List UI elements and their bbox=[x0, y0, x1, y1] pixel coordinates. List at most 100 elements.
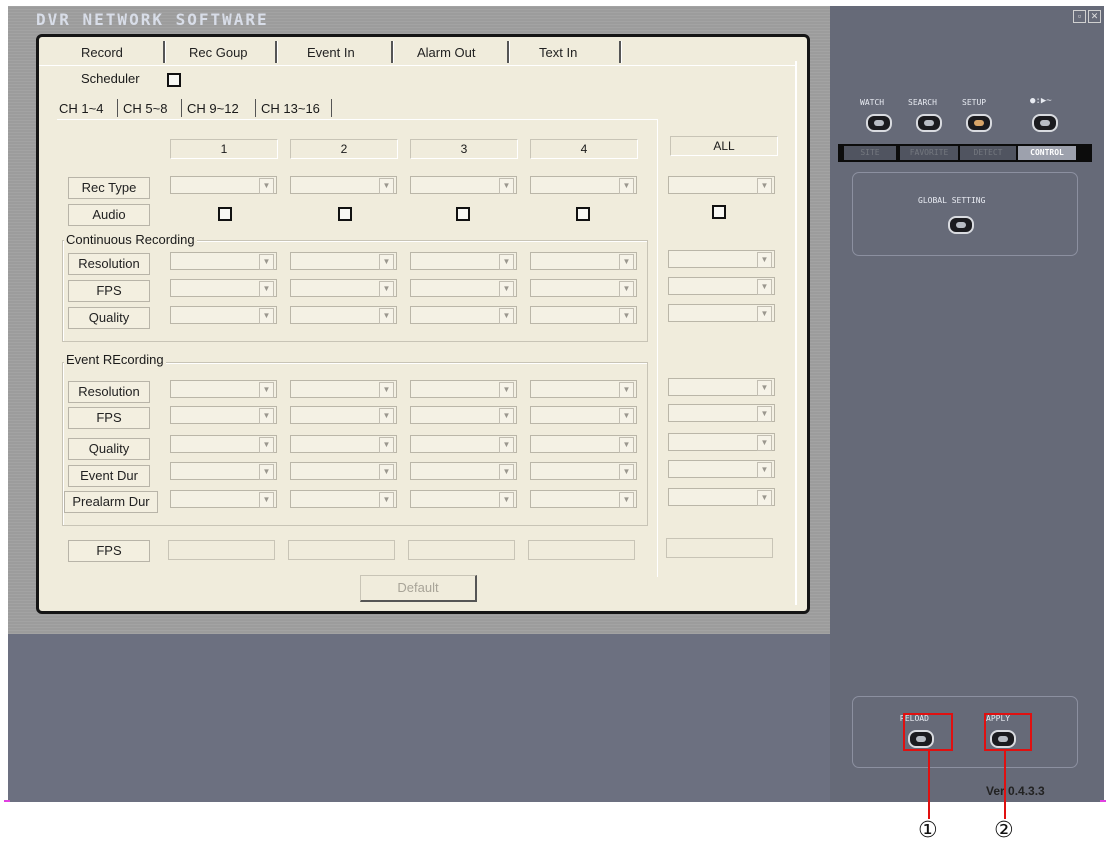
exit-button[interactable] bbox=[1032, 114, 1058, 132]
rec-type-select-2[interactable]: ▼ bbox=[290, 176, 397, 194]
chevron-down-icon: ▼ bbox=[379, 464, 394, 480]
event-fps-select-3[interactable]: ▼ bbox=[410, 406, 517, 424]
quality-select-4[interactable]: ▼ bbox=[530, 306, 637, 324]
fps-select-1[interactable]: ▼ bbox=[170, 279, 277, 297]
scheduler-checkbox[interactable] bbox=[167, 73, 181, 87]
global-setting-panel bbox=[852, 172, 1078, 256]
event-quality-select-all[interactable]: ▼ bbox=[668, 433, 775, 451]
channel-area-edge bbox=[657, 119, 658, 577]
tab-text-in[interactable]: Text In bbox=[539, 43, 577, 63]
chevron-down-icon: ▼ bbox=[619, 492, 634, 508]
event-dur-select-3[interactable]: ▼ bbox=[410, 462, 517, 480]
tab-site[interactable]: SITE bbox=[844, 146, 896, 160]
audio-checkbox-all[interactable] bbox=[712, 205, 726, 219]
quality-select-1[interactable]: ▼ bbox=[170, 306, 277, 324]
audio-checkbox-4[interactable] bbox=[576, 207, 590, 221]
panel-edge bbox=[795, 61, 797, 605]
tab-alarm-out[interactable]: Alarm Out bbox=[417, 43, 476, 63]
chevron-down-icon: ▼ bbox=[619, 308, 634, 324]
prealarm-dur-select-3[interactable]: ▼ bbox=[410, 490, 517, 508]
event-fps-select-1[interactable]: ▼ bbox=[170, 406, 277, 424]
tab-event-in[interactable]: Event In bbox=[307, 43, 355, 63]
chevron-down-icon: ▼ bbox=[499, 254, 514, 270]
chevron-down-icon: ▼ bbox=[499, 437, 514, 453]
event-dur-select-2[interactable]: ▼ bbox=[290, 462, 397, 480]
tab-ch-5-8[interactable]: CH 5~8 bbox=[123, 101, 167, 116]
tab-ch-9-12[interactable]: CH 9~12 bbox=[187, 101, 239, 116]
tab-ch-13-16[interactable]: CH 13~16 bbox=[261, 101, 320, 116]
chevron-down-icon: ▼ bbox=[259, 281, 274, 297]
resolution-select-4[interactable]: ▼ bbox=[530, 252, 637, 270]
fps-select-3[interactable]: ▼ bbox=[410, 279, 517, 297]
event-quality-select-2[interactable]: ▼ bbox=[290, 435, 397, 453]
search-button[interactable] bbox=[916, 114, 942, 132]
default-button[interactable]: Default bbox=[360, 575, 477, 602]
tab-divider bbox=[391, 41, 394, 63]
prealarm-dur-select-2[interactable]: ▼ bbox=[290, 490, 397, 508]
watch-button[interactable] bbox=[866, 114, 892, 132]
app-title: DVR NETWORK SOFTWARE bbox=[36, 10, 269, 29]
close-icon[interactable]: ✕ bbox=[1088, 10, 1101, 23]
audio-checkbox-2[interactable] bbox=[338, 207, 352, 221]
rec-type-select-4[interactable]: ▼ bbox=[530, 176, 637, 194]
prealarm-dur-select-all[interactable]: ▼ bbox=[668, 488, 775, 506]
window-corner-marker bbox=[1100, 800, 1106, 802]
audio-checkbox-3[interactable] bbox=[456, 207, 470, 221]
tab-favorite[interactable]: FAVORITE bbox=[900, 146, 958, 160]
tab-control[interactable]: CONTROL bbox=[1018, 146, 1076, 160]
event-fps-select-all[interactable]: ▼ bbox=[668, 404, 775, 422]
event-quality-select-1[interactable]: ▼ bbox=[170, 435, 277, 453]
event-resolution-label: Resolution bbox=[68, 381, 150, 403]
quality-select-all[interactable]: ▼ bbox=[668, 304, 775, 322]
setup-button[interactable] bbox=[966, 114, 992, 132]
event-recording-title: Event REcording bbox=[64, 352, 166, 367]
fps-total-4 bbox=[528, 540, 635, 560]
event-dur-select-4[interactable]: ▼ bbox=[530, 462, 637, 480]
tab-ch-1-4[interactable]: CH 1~4 bbox=[59, 101, 103, 116]
event-fps-select-4[interactable]: ▼ bbox=[530, 406, 637, 424]
event-quality-select-3[interactable]: ▼ bbox=[410, 435, 517, 453]
event-resolution-select-3[interactable]: ▼ bbox=[410, 380, 517, 398]
prealarm-dur-label: Prealarm Dur bbox=[64, 491, 158, 513]
prealarm-dur-select-4[interactable]: ▼ bbox=[530, 490, 637, 508]
event-resolution-select-all[interactable]: ▼ bbox=[668, 378, 775, 396]
chevron-down-icon: ▼ bbox=[259, 464, 274, 480]
resolution-select-1[interactable]: ▼ bbox=[170, 252, 277, 270]
channel-tab-divider bbox=[181, 99, 182, 117]
callout-number-2: ② bbox=[994, 818, 1014, 843]
reload-callout-box bbox=[903, 713, 953, 751]
quality-select-3[interactable]: ▼ bbox=[410, 306, 517, 324]
column-header-all: ALL bbox=[670, 136, 778, 156]
chevron-down-icon: ▼ bbox=[619, 382, 634, 398]
event-dur-select-1[interactable]: ▼ bbox=[170, 462, 277, 480]
tab-record[interactable]: Record bbox=[81, 43, 123, 63]
global-setting-button[interactable] bbox=[948, 216, 974, 234]
fps-select-4[interactable]: ▼ bbox=[530, 279, 637, 297]
event-quality-select-4[interactable]: ▼ bbox=[530, 435, 637, 453]
resolution-select-2[interactable]: ▼ bbox=[290, 252, 397, 270]
resolution-select-all[interactable]: ▼ bbox=[668, 250, 775, 268]
rec-type-select-3[interactable]: ▼ bbox=[410, 176, 517, 194]
setup-label: SETUP bbox=[962, 98, 987, 107]
event-resolution-select-4[interactable]: ▼ bbox=[530, 380, 637, 398]
tab-divider bbox=[163, 41, 166, 63]
quality-select-2[interactable]: ▼ bbox=[290, 306, 397, 324]
event-resolution-select-2[interactable]: ▼ bbox=[290, 380, 397, 398]
chevron-down-icon: ▼ bbox=[259, 254, 274, 270]
reload-callout-line bbox=[928, 749, 930, 819]
event-fps-select-2[interactable]: ▼ bbox=[290, 406, 397, 424]
prealarm-dur-select-1[interactable]: ▼ bbox=[170, 490, 277, 508]
rec-type-select-all[interactable]: ▼ bbox=[668, 176, 775, 194]
audio-checkbox-1[interactable] bbox=[218, 207, 232, 221]
tab-rec-goup[interactable]: Rec Goup bbox=[189, 43, 248, 63]
minimize-icon[interactable]: ▫ bbox=[1073, 10, 1086, 23]
rec-type-label: Rec Type bbox=[68, 177, 150, 199]
resolution-select-3[interactable]: ▼ bbox=[410, 252, 517, 270]
event-dur-select-all[interactable]: ▼ bbox=[668, 460, 775, 478]
event-resolution-select-1[interactable]: ▼ bbox=[170, 380, 277, 398]
fps-select-all[interactable]: ▼ bbox=[668, 277, 775, 295]
fps-select-2[interactable]: ▼ bbox=[290, 279, 397, 297]
tab-detect[interactable]: DETECT bbox=[960, 146, 1016, 160]
rec-type-select-1[interactable]: ▼ bbox=[170, 176, 277, 194]
version-label: Ver 0.4.3.3 bbox=[986, 784, 1045, 798]
